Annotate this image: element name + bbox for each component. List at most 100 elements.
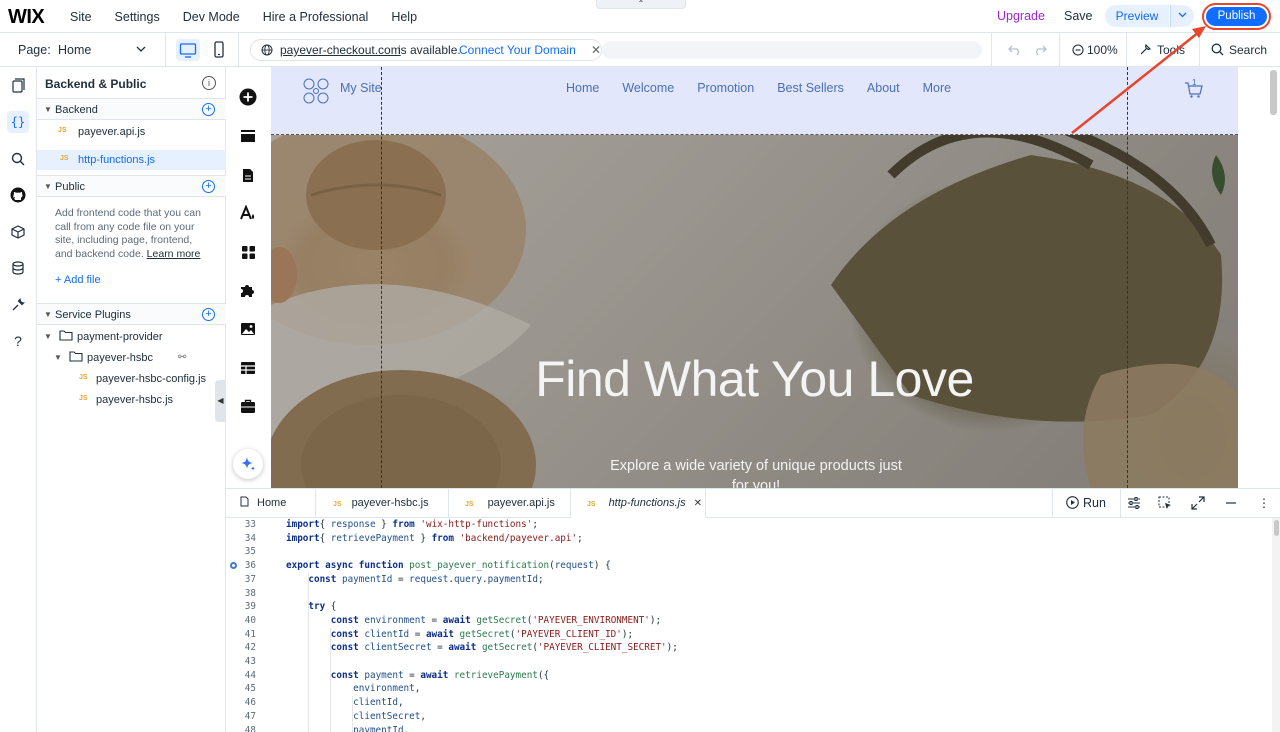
code-line[interactable]: const payment = await retrievePayment({ <box>286 670 549 681</box>
ai-assistant-button[interactable] <box>233 449 263 479</box>
site-nav-more[interactable]: More <box>923 81 951 95</box>
tools-button[interactable]: Tools <box>1139 43 1185 57</box>
preview-dropdown[interactable] <box>1170 5 1194 27</box>
site-nav-about[interactable]: About <box>867 81 900 95</box>
code-area[interactable]: 33 import{ response } from 'wix-http-func… <box>226 518 1272 732</box>
menu-dev-mode[interactable]: Dev Mode <box>183 10 240 24</box>
code-line[interactable]: try { <box>286 601 336 612</box>
tab-home[interactable]: Home <box>226 489 316 518</box>
add-public-file-icon[interactable]: + <box>202 180 215 193</box>
code-line[interactable]: import{ retrievePayment } from 'backend/… <box>286 533 583 544</box>
rail-pages[interactable] <box>7 75 29 97</box>
connect-domain-link[interactable]: Connect Your Domain <box>459 40 576 60</box>
info-icon[interactable]: i <box>202 76 216 90</box>
minimize-icon[interactable] <box>1224 496 1238 510</box>
rail-packages[interactable] <box>7 221 29 243</box>
site-canvas[interactable]: My Site Home Welcome Promotion Best Sell… <box>271 67 1238 488</box>
menu-settings[interactable]: Settings <box>115 10 160 24</box>
code-line[interactable]: clientId, <box>286 697 403 708</box>
learn-more-link[interactable]: Learn more <box>147 248 201 260</box>
wix-logo[interactable]: WIX <box>8 6 45 29</box>
rail-help[interactable]: ? <box>7 330 29 352</box>
save-button[interactable]: Save <box>1064 9 1093 23</box>
file-payever-hsbc-config[interactable]: JS payever-hsbc-config.js <box>37 369 226 389</box>
upgrade-link[interactable]: Upgrade <box>997 9 1045 23</box>
rail-github[interactable] <box>7 184 29 206</box>
hero-title[interactable]: Find What You Love <box>271 350 1238 408</box>
code-line[interactable]: paymentId, <box>286 725 409 732</box>
folder-payment-provider[interactable]: ▼ payment-provider <box>44 330 163 350</box>
rail-database[interactable] <box>7 257 29 279</box>
tab-payever-hsbc[interactable]: JS payever-hsbc.js <box>316 489 449 518</box>
cms-button[interactable] <box>239 359 257 377</box>
site-nav-welcome[interactable]: Welcome <box>622 81 674 95</box>
design-button[interactable] <box>239 204 257 222</box>
site-name[interactable]: My Site <box>340 81 382 95</box>
redo-icon[interactable] <box>1033 42 1047 56</box>
file-payever-hsbc[interactable]: JS payever-hsbc.js <box>37 390 226 410</box>
tab-payever-api[interactable]: JS payever.api.js <box>449 489 571 518</box>
code-line[interactable]: const paymentId = request.query.paymentI… <box>286 574 543 585</box>
add-file-link[interactable]: + Add file <box>55 274 101 286</box>
pages-menu-button[interactable] <box>239 166 257 184</box>
page-selector[interactable]: Home <box>58 43 91 57</box>
site-nav-promotion[interactable]: Promotion <box>697 81 754 95</box>
site-nav-home[interactable]: Home <box>566 81 599 95</box>
code-line[interactable]: const clientId = await getSecret('PAYEVE… <box>286 629 633 640</box>
close-tab-icon[interactable]: ✕ <box>694 498 702 509</box>
add-section-button[interactable] <box>239 127 257 145</box>
tab-http-functions[interactable]: JS http-functions.js ✕ <box>571 489 706 518</box>
add-backend-file-icon[interactable]: + <box>202 103 215 116</box>
code-line[interactable]: clientSecret, <box>286 711 426 722</box>
rail-search[interactable] <box>7 148 29 170</box>
select-element-icon[interactable] <box>1158 496 1172 510</box>
file-http-functions[interactable]: JS http-functions.js <box>37 150 226 170</box>
menu-site[interactable]: Site <box>70 10 92 24</box>
chevron-down-icon[interactable] <box>136 42 146 56</box>
canvas-scrollbar[interactable] <box>1270 70 1277 115</box>
editor-scrollbar-thumb[interactable] <box>1274 520 1279 536</box>
collapse-handle[interactable]: ⌃ <box>596 0 686 9</box>
search-button[interactable]: Search <box>1211 43 1267 57</box>
menu-help[interactable]: Help <box>391 10 417 24</box>
menu-hire-professional[interactable]: Hire a Professional <box>263 10 369 24</box>
domain-name[interactable]: payever-checkout.com <box>280 40 401 60</box>
more-options-icon[interactable]: ⋮ <box>1257 496 1271 510</box>
expand-icon[interactable] <box>1191 496 1205 510</box>
mobile-view-button[interactable] <box>212 40 226 60</box>
portfolio-button[interactable] <box>239 397 257 415</box>
desktop-view-button[interactable] <box>176 39 200 61</box>
rail-code[interactable]: {} <box>7 111 29 133</box>
code-line[interactable]: const environment = await getSecret('PAY… <box>286 615 661 626</box>
code-line[interactable]: const clientSecret = await getSecret('PA… <box>286 642 678 653</box>
section-service-plugins[interactable]: ▼ Service Plugins + <box>37 303 226 325</box>
media-button[interactable] <box>239 320 257 338</box>
add-plugin-icon[interactable]: + <box>202 308 215 321</box>
collapse-panel-tab[interactable]: ◀ <box>215 380 226 422</box>
section-public[interactable]: ▼ Public + <box>37 175 226 197</box>
code-line[interactable]: environment, <box>286 683 420 694</box>
site-nav-best-sellers[interactable]: Best Sellers <box>777 81 844 95</box>
undo-icon[interactable] <box>1008 42 1022 56</box>
run-button[interactable]: Run <box>1066 496 1106 510</box>
site-logo-icon[interactable] <box>302 77 330 105</box>
business-apps-button[interactable] <box>239 282 257 300</box>
rail-developer-tools[interactable] <box>7 294 29 316</box>
file-payever-api[interactable]: JS payever.api.js <box>37 122 226 142</box>
js-file-icon: JS <box>333 501 342 508</box>
folder-payever-hsbc[interactable]: ▼ payever-hsbc <box>54 351 153 371</box>
site-header[interactable]: My Site Home Welcome Promotion Best Sell… <box>271 67 1238 135</box>
cart-button[interactable]: 1 <box>1184 78 1204 104</box>
code-line[interactable]: import{ response } from 'wix-http-functi… <box>286 519 538 530</box>
zoom-control[interactable]: 100% <box>1072 43 1118 57</box>
code-line[interactable]: export async function post_payever_notif… <box>286 560 611 571</box>
hero-section[interactable]: Find What You Love Explore a wide variet… <box>271 135 1238 488</box>
publish-button[interactable]: Publish <box>1206 7 1267 26</box>
hero-subtitle[interactable]: Explore a wide variety of unique product… <box>601 456 911 488</box>
preview-button[interactable]: Preview <box>1105 5 1169 27</box>
apps-button[interactable] <box>239 243 257 261</box>
add-elements-button[interactable] <box>239 88 257 106</box>
section-backend[interactable]: ▼ Backend + <box>37 98 226 120</box>
settings-sliders-icon[interactable] <box>1127 496 1141 510</box>
close-icon[interactable]: ✕ <box>591 40 601 60</box>
